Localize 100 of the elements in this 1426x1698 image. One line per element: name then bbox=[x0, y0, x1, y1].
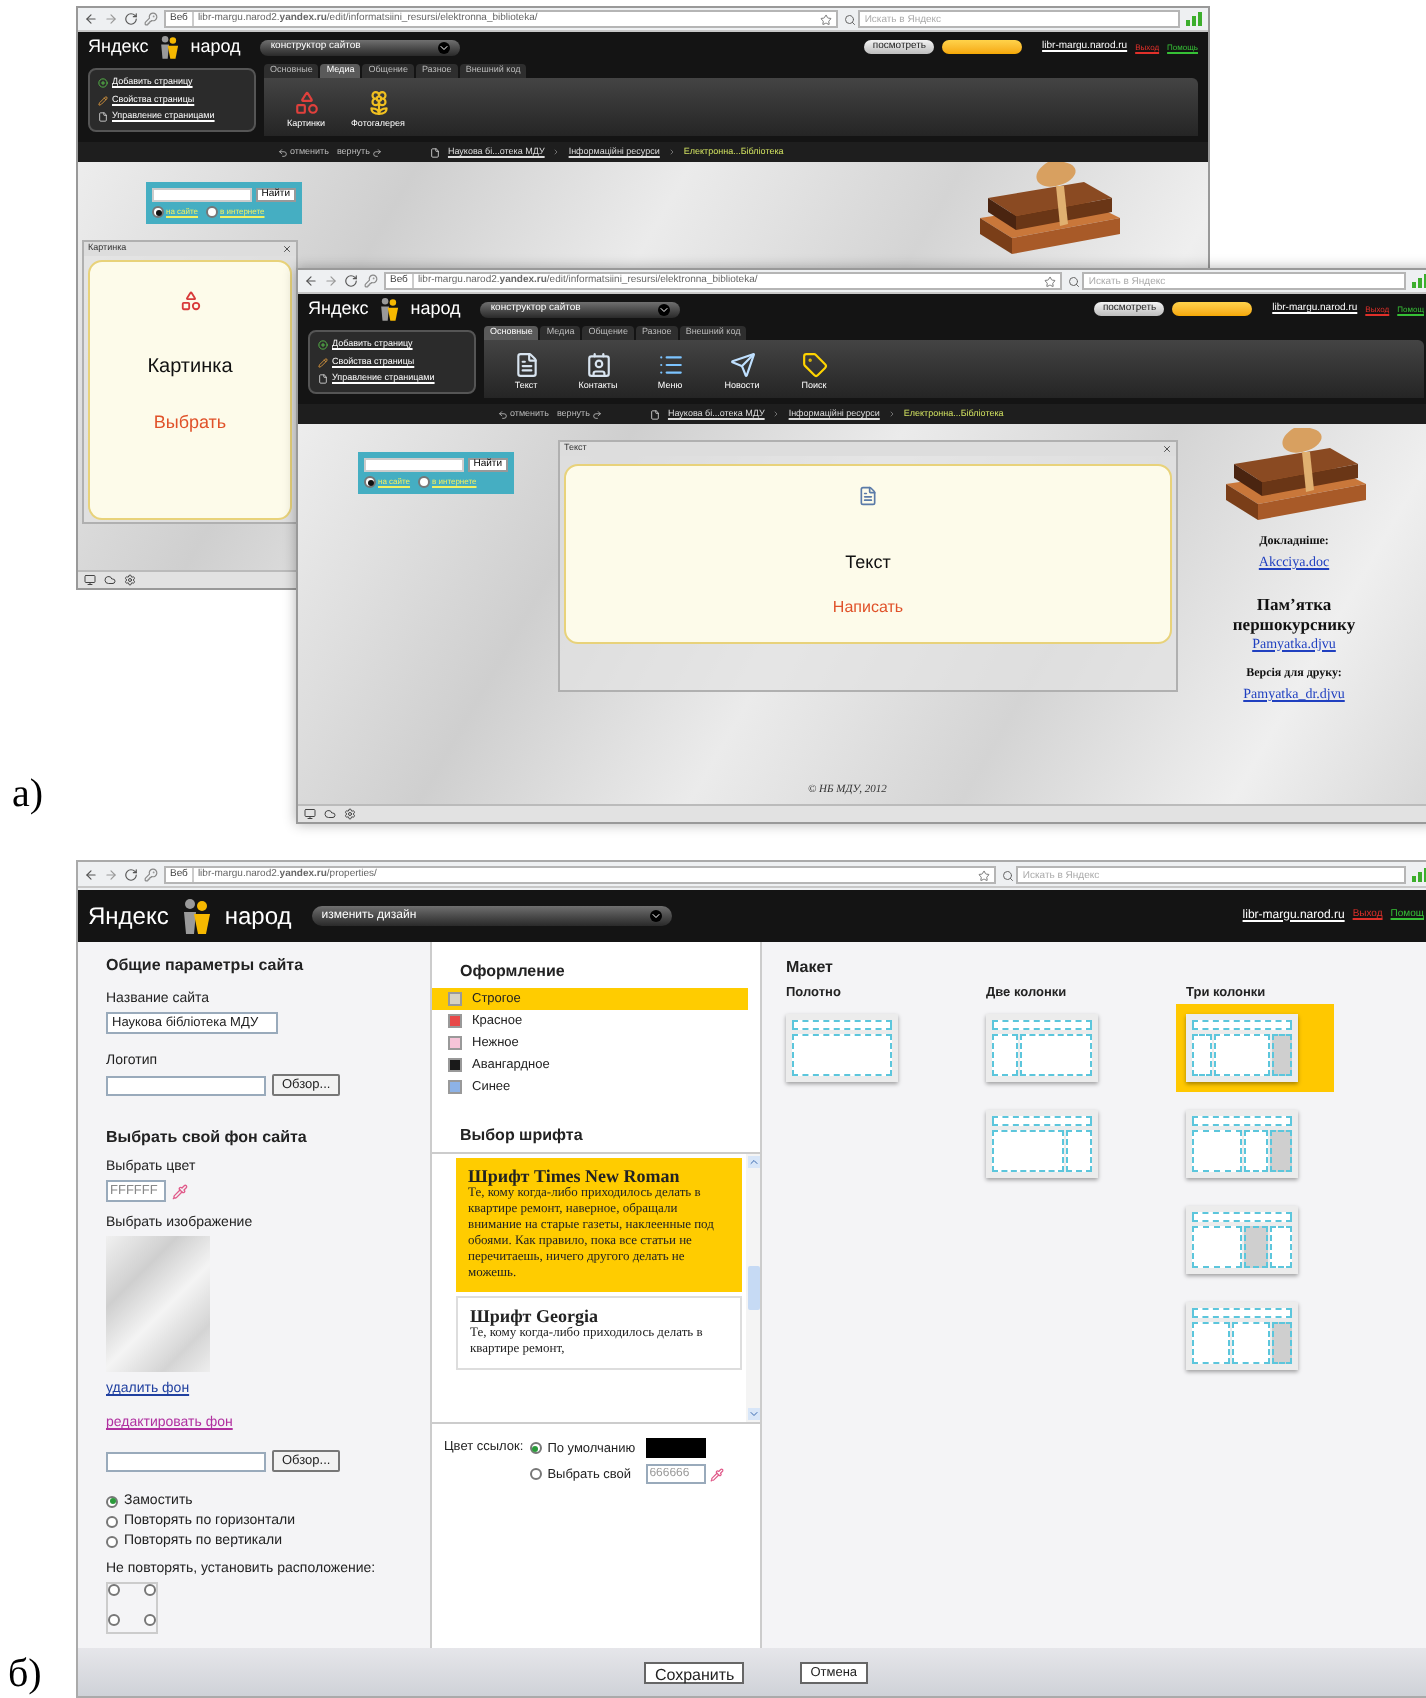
font-name: Шрифт Georgia bbox=[470, 1308, 600, 1326]
paper-plane-icon bbox=[729, 352, 755, 379]
search-icon bbox=[844, 13, 857, 25]
pill-button[interactable] bbox=[1172, 302, 1253, 316]
section-heading: Пам’ятка першокурснику bbox=[1230, 593, 1358, 633]
widget-name: Текст bbox=[845, 550, 891, 576]
signal-bars-icon bbox=[1412, 274, 1426, 288]
plus-icon bbox=[98, 77, 108, 88]
gear-icon[interactable] bbox=[344, 808, 356, 820]
tag-icon bbox=[801, 352, 827, 379]
logo-text: Яндекс bbox=[88, 900, 169, 934]
contact-card-icon bbox=[585, 352, 611, 379]
gear-icon[interactable] bbox=[124, 574, 136, 586]
document-icon bbox=[858, 486, 878, 506]
key-icon[interactable] bbox=[144, 868, 158, 882]
pipette-icon[interactable] bbox=[172, 1183, 188, 1199]
bookmark-star-icon[interactable] bbox=[820, 13, 833, 25]
save-button[interactable]: Сохранить bbox=[644, 1661, 745, 1683]
monitor-icon[interactable] bbox=[304, 808, 316, 820]
pill-button[interactable] bbox=[942, 40, 1023, 54]
section-title: Макет bbox=[786, 958, 835, 976]
photo-placeholder bbox=[106, 1236, 210, 1372]
shapes-icon bbox=[179, 290, 201, 312]
people-logo-icon bbox=[156, 34, 183, 60]
logo-text: народ bbox=[410, 295, 461, 322]
link-color-preview bbox=[645, 1438, 706, 1458]
pencil-icon bbox=[98, 95, 108, 105]
radio-button[interactable] bbox=[529, 1468, 542, 1480]
pencil-icon bbox=[318, 357, 328, 367]
font-option[interactable] bbox=[456, 1158, 742, 1292]
caret-icon bbox=[658, 303, 671, 315]
page-icon bbox=[649, 409, 660, 419]
page-icon bbox=[98, 112, 108, 123]
widget-action-link[interactable]: Написать bbox=[832, 595, 904, 619]
scrollbar[interactable] bbox=[746, 1154, 760, 1422]
radio-button[interactable] bbox=[144, 1584, 156, 1596]
redo-icon bbox=[371, 147, 382, 157]
radio-button[interactable] bbox=[144, 1614, 156, 1626]
font-name: Шрифт Times New Roman bbox=[468, 1168, 682, 1186]
radio-button[interactable] bbox=[418, 476, 431, 488]
back-icon[interactable] bbox=[84, 12, 98, 26]
key-icon[interactable] bbox=[144, 12, 158, 26]
figure-label: б) bbox=[8, 1650, 42, 1698]
monitor-icon[interactable] bbox=[84, 574, 96, 586]
page-icon bbox=[429, 147, 440, 157]
widget-name: Картинка bbox=[147, 354, 233, 382]
reload-icon[interactable] bbox=[344, 274, 358, 288]
forward-icon[interactable] bbox=[104, 12, 118, 26]
logo-text: Яндекс bbox=[308, 295, 369, 322]
flower-icon bbox=[365, 90, 391, 117]
back-icon[interactable] bbox=[84, 868, 98, 882]
list-icon bbox=[657, 352, 683, 379]
section-title: Общие параметры сайта bbox=[106, 956, 306, 974]
radio-button[interactable] bbox=[106, 1495, 118, 1507]
reload-icon[interactable] bbox=[124, 12, 138, 26]
section-title: Выбрать свой фон сайта bbox=[106, 1128, 309, 1146]
page-icon bbox=[318, 374, 328, 385]
figure-label: а) bbox=[12, 770, 44, 820]
caret-icon bbox=[438, 41, 451, 53]
undo-icon bbox=[278, 147, 288, 157]
file-path-field[interactable] bbox=[106, 1451, 266, 1471]
search-field[interactable] bbox=[364, 458, 464, 472]
cloud-icon[interactable] bbox=[104, 574, 116, 586]
search-icon bbox=[1002, 869, 1015, 881]
signal-bars-icon bbox=[1412, 868, 1426, 882]
scroll-thumb[interactable] bbox=[747, 1266, 759, 1310]
signal-bars-icon bbox=[1186, 12, 1202, 26]
pipette-icon[interactable] bbox=[709, 1467, 724, 1481]
reload-icon[interactable] bbox=[124, 868, 138, 882]
radio-button[interactable] bbox=[108, 1584, 120, 1596]
radio-button[interactable] bbox=[106, 1535, 118, 1547]
radio-button[interactable] bbox=[108, 1614, 120, 1626]
radio-button[interactable] bbox=[364, 476, 376, 488]
widget-action-link[interactable]: Выбрать bbox=[153, 410, 227, 437]
cloud-icon[interactable] bbox=[324, 808, 336, 820]
forward-icon[interactable] bbox=[104, 868, 118, 882]
forward-icon[interactable] bbox=[324, 274, 338, 288]
back-icon[interactable] bbox=[304, 274, 318, 288]
document-icon bbox=[513, 352, 539, 379]
people-logo-icon bbox=[376, 296, 403, 322]
search-icon bbox=[1068, 275, 1081, 287]
radio-button[interactable] bbox=[206, 206, 219, 218]
section-title: Оформление bbox=[460, 962, 567, 980]
search-field[interactable] bbox=[152, 188, 252, 202]
section-title: Выбор шрифта bbox=[460, 1126, 585, 1148]
plus-icon bbox=[318, 339, 328, 350]
bookmark-star-icon[interactable] bbox=[1044, 275, 1057, 287]
shapes-icon bbox=[293, 90, 319, 117]
key-icon[interactable] bbox=[364, 274, 378, 288]
logo-text: Яндекс bbox=[88, 33, 149, 60]
radio-button[interactable] bbox=[152, 206, 164, 218]
file-path-field[interactable] bbox=[106, 1075, 266, 1095]
radio-button[interactable] bbox=[529, 1442, 542, 1454]
logo-text: народ bbox=[190, 33, 241, 60]
bookmark-star-icon[interactable] bbox=[978, 869, 991, 881]
radio-button[interactable] bbox=[106, 1515, 118, 1527]
caret-icon bbox=[649, 910, 662, 922]
logo-text: народ bbox=[224, 900, 292, 934]
redo-icon bbox=[591, 409, 602, 419]
undo-icon bbox=[498, 409, 508, 419]
